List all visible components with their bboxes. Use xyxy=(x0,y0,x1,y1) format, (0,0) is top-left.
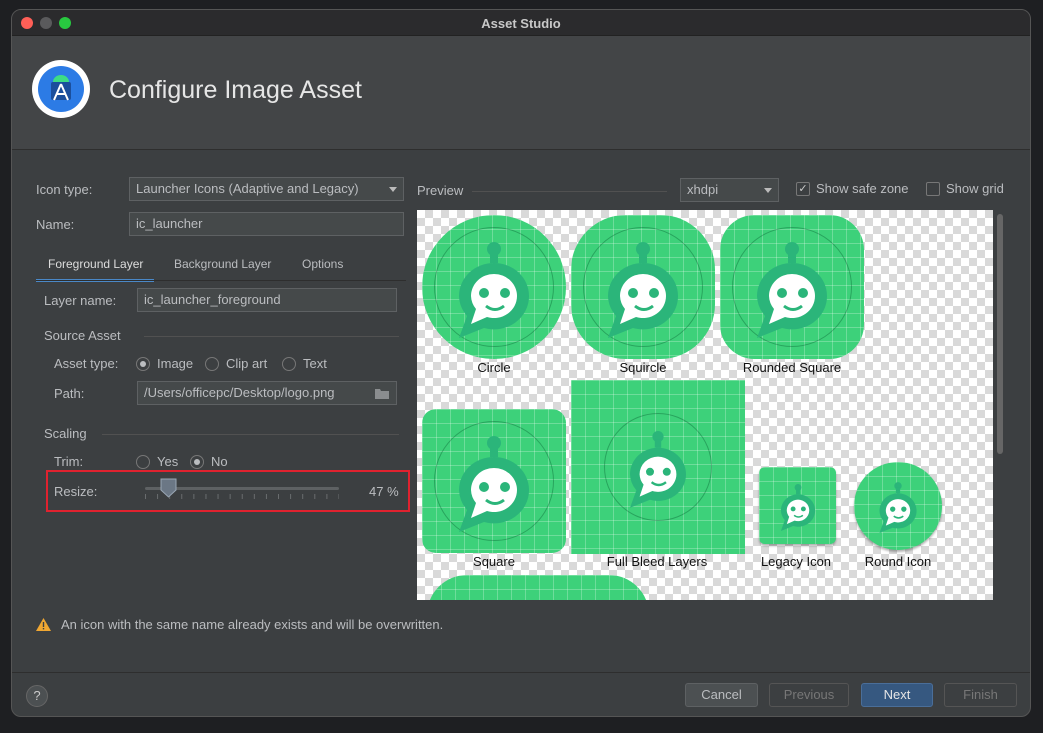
chevron-down-icon xyxy=(389,187,397,192)
show-grid-label[interactable]: Show grid xyxy=(946,181,1004,196)
previous-button[interactable]: Previous xyxy=(769,683,849,707)
show-grid-checkbox[interactable] xyxy=(926,182,940,196)
page-title: Configure Image Asset xyxy=(109,76,362,104)
source-asset-title: Source Asset xyxy=(44,328,121,343)
preview-scrollbar-thumb[interactable] xyxy=(997,214,1003,454)
legacy-icon-preview xyxy=(759,467,836,544)
show-safe-zone-label[interactable]: Show safe zone xyxy=(816,181,909,196)
trim-yes-label[interactable]: Yes xyxy=(157,454,178,469)
asset-type-clipart-label[interactable]: Clip art xyxy=(226,356,267,371)
caption-full-bleed: Full Bleed Layers xyxy=(606,554,708,569)
caption-round-icon: Round Icon xyxy=(864,554,932,569)
header-banner: Configure Image Asset xyxy=(12,36,1030,150)
resize-highlight-box xyxy=(46,470,410,512)
preview-canvas: Circle Squircle Rounded Square Square Fu… xyxy=(417,210,993,600)
icon-type-label: Icon type: xyxy=(36,182,93,197)
density-dropdown[interactable]: xhdpi xyxy=(680,178,779,202)
path-input[interactable]: /Users/officepc/Desktop/logo.png xyxy=(137,381,397,405)
icon-type-dropdown[interactable]: Launcher Icons (Adaptive and Legacy) xyxy=(129,177,404,201)
caption-circle: Circle xyxy=(477,360,511,375)
rounded-square-icon-preview xyxy=(720,215,864,359)
next-button[interactable]: Next xyxy=(861,683,933,707)
warning-icon xyxy=(36,618,51,631)
asset-type-clipart-radio[interactable] xyxy=(205,357,219,371)
squircle-icon-preview xyxy=(571,215,715,359)
preview-scrollbar[interactable] xyxy=(993,210,1007,600)
path-value: /Users/officepc/Desktop/logo.png xyxy=(144,385,335,400)
finish-button[interactable]: Finish xyxy=(944,683,1017,707)
title-bar: Asset Studio xyxy=(12,10,1030,36)
trim-label: Trim: xyxy=(54,454,84,469)
asset-type-text-radio[interactable] xyxy=(282,357,296,371)
scaling-divider xyxy=(102,434,399,435)
trim-yes-radio[interactable] xyxy=(136,455,150,469)
square-icon-preview xyxy=(422,409,566,553)
source-divider xyxy=(144,336,399,337)
android-studio-logo-icon xyxy=(32,60,90,118)
trim-no-label[interactable]: No xyxy=(211,454,228,469)
layer-name-label: Layer name: xyxy=(44,293,117,308)
show-safe-zone-checkbox[interactable]: ✓ xyxy=(796,182,810,196)
layer-name-input[interactable]: ic_launcher_foreground xyxy=(137,288,397,312)
caption-square: Square xyxy=(473,554,515,569)
next-icon-preview-partial xyxy=(427,575,649,600)
asset-type-label: Asset type: xyxy=(54,356,119,371)
cancel-button[interactable]: Cancel xyxy=(685,683,758,707)
folder-icon[interactable] xyxy=(375,387,389,399)
full-bleed-icon-preview xyxy=(571,380,745,554)
path-label: Path: xyxy=(54,386,85,401)
name-label: Name: xyxy=(36,217,75,232)
name-input[interactable]: ic_launcher xyxy=(129,212,404,236)
round-icon-preview xyxy=(854,462,942,550)
asset-type-text-label[interactable]: Text xyxy=(303,356,327,371)
tab-foreground-layer[interactable]: Foreground Layer xyxy=(48,257,143,271)
resize-label: Resize: xyxy=(54,484,98,499)
tab-divider xyxy=(36,280,406,281)
window-title: Asset Studio xyxy=(481,16,561,31)
icon-type-value: Launcher Icons (Adaptive and Legacy) xyxy=(136,181,359,196)
tab-options[interactable]: Options xyxy=(302,257,343,271)
asset-studio-window: Asset Studio Configure Image Asset Icon … xyxy=(11,9,1031,717)
resize-slider-thumb[interactable] xyxy=(160,478,177,498)
asset-type-image-radio[interactable] xyxy=(136,357,150,371)
trim-no-radio[interactable] xyxy=(190,455,204,469)
tab-background-layer[interactable]: Background Layer xyxy=(174,257,271,271)
resize-value: 47 % xyxy=(369,484,399,499)
preview-label: Preview xyxy=(417,183,464,198)
density-value: xhdpi xyxy=(687,182,719,197)
scaling-title: Scaling xyxy=(44,426,87,441)
caption-squircle: Squircle xyxy=(619,360,667,375)
asset-type-image-label[interactable]: Image xyxy=(157,356,193,371)
warning-message: An icon with the same name already exist… xyxy=(61,617,444,632)
circle-icon-preview xyxy=(422,215,566,359)
chevron-down-icon xyxy=(764,188,772,193)
caption-rounded-square: Rounded Square xyxy=(742,360,842,375)
help-button[interactable]: ? xyxy=(26,685,48,707)
preview-divider xyxy=(472,191,667,192)
